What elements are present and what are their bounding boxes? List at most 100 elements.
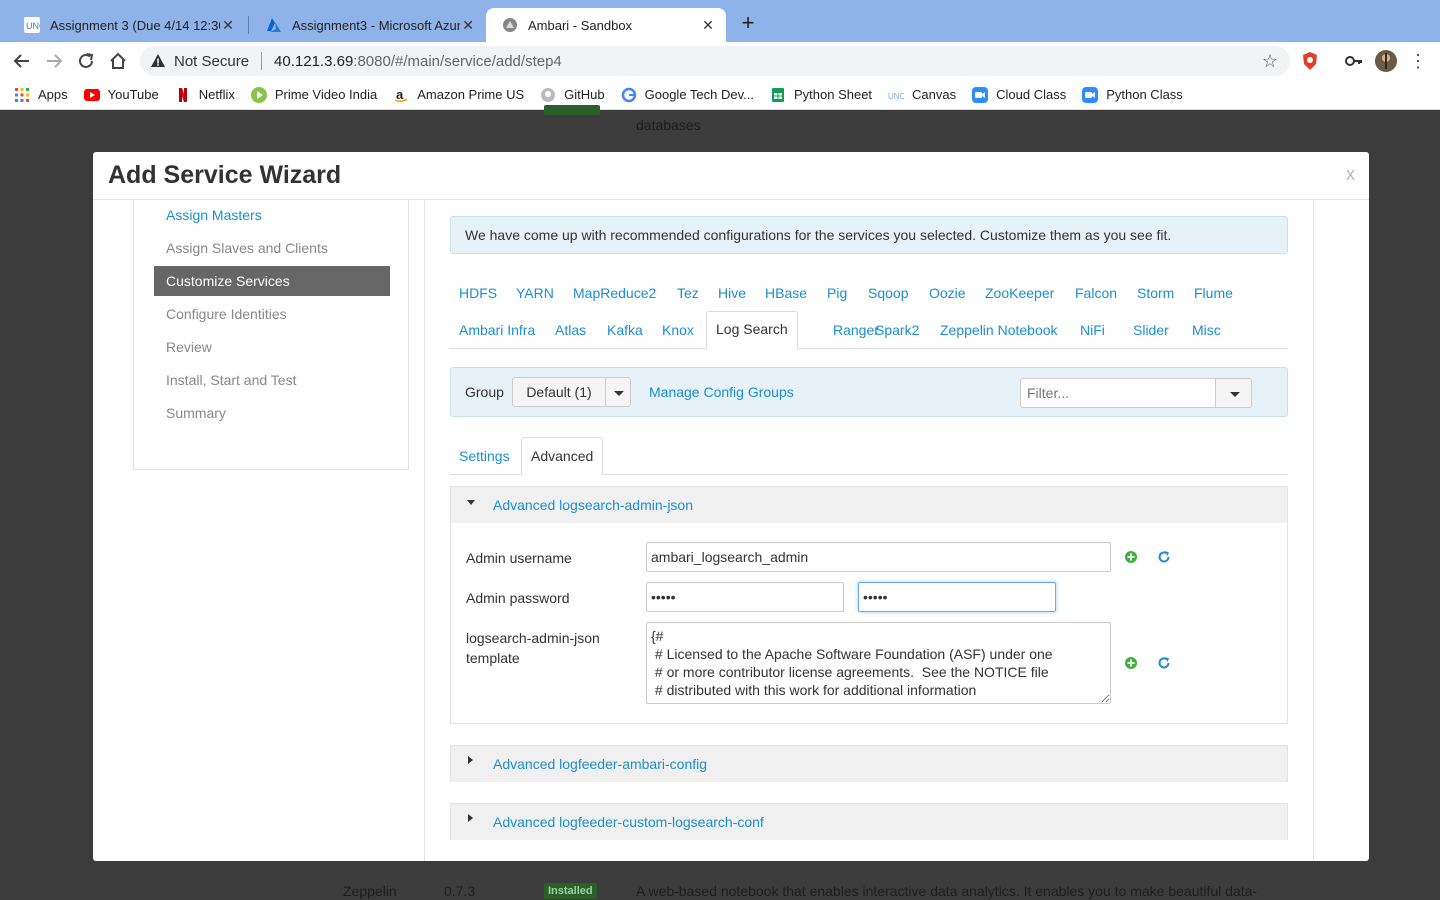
bookmark-python-sheet[interactable]: Python Sheet <box>770 87 872 103</box>
bookmark-label: Amazon Prime US <box>417 87 525 102</box>
tab-nifi[interactable]: NiFi <box>1071 312 1114 349</box>
brave-shield-icon[interactable] <box>1299 50 1321 72</box>
bookmark-prime-video[interactable]: Prime Video India <box>250 86 378 103</box>
chevron-down-icon <box>614 391 624 396</box>
bookmark-label: Prime Video India <box>274 87 378 102</box>
chevron-down-icon <box>1230 392 1240 397</box>
netflix-icon <box>178 87 187 102</box>
close-tab-icon[interactable]: ✕ <box>220 17 236 34</box>
section-title[interactable]: Advanced logfeeder-ambari-config <box>493 756 707 772</box>
address-bar[interactable]: Not Secure 40.121.3.69:8080/#/main/servi… <box>140 46 1290 76</box>
add-override-icon[interactable] <box>1124 550 1138 564</box>
filter-dropdown-toggle[interactable] <box>1215 378 1252 408</box>
security-label: Not Secure <box>174 52 250 70</box>
tab-settings[interactable]: Settings <box>450 437 519 475</box>
tab-flume[interactable]: Flume <box>1185 275 1242 312</box>
bookmark-google-tech-dev[interactable]: Google Tech Dev... <box>621 87 754 103</box>
tab-slider[interactable]: Slider <box>1124 312 1178 349</box>
manage-config-groups-link[interactable]: Manage Config Groups <box>649 384 794 400</box>
admin-username-input[interactable] <box>646 542 1111 572</box>
browser-tab-ambari[interactable]: Ambari - Sandbox ✕ <box>486 8 726 42</box>
template-textarea[interactable]: {# # Licensed to the Apache Software Fou… <box>646 622 1111 704</box>
filter-input[interactable] <box>1020 378 1216 408</box>
add-override-icon[interactable] <box>1124 656 1138 670</box>
bookmark-label: Python Sheet <box>793 87 873 102</box>
step-assign-masters[interactable]: Assign Masters <box>154 200 390 230</box>
config-group-bar: Group Default (1) Manage Config Groups <box>450 367 1288 417</box>
tab-log-search[interactable]: Log Search <box>706 311 798 349</box>
tab-atlas[interactable]: Atlas <box>546 312 595 349</box>
tab-spark2[interactable]: Spark2 <box>866 312 928 349</box>
tab-misc[interactable]: Misc <box>1183 312 1230 349</box>
section-logsearch-admin-json: Advanced logsearch-admin-json Admin user… <box>450 486 1288 724</box>
section-logfeeder-ambari-config[interactable]: Advanced logfeeder-ambari-config <box>450 745 1288 782</box>
tab-tez[interactable]: Tez <box>668 275 708 312</box>
group-dropdown-toggle[interactable] <box>605 377 631 407</box>
tab-ambari-infra[interactable]: Ambari Infra <box>450 312 544 349</box>
close-tab-icon[interactable]: ✕ <box>460 17 476 34</box>
section-header[interactable]: Advanced logfeeder-custom-logsearch-conf <box>451 804 1287 840</box>
tab-yarn[interactable]: YARN <box>507 275 563 312</box>
unc-icon: UNC <box>24 17 40 33</box>
tab-storm[interactable]: Storm <box>1128 275 1183 312</box>
close-icon[interactable]: x <box>1346 164 1355 185</box>
tab-kafka[interactable]: Kafka <box>598 312 652 349</box>
amazon-icon: a <box>394 87 408 102</box>
menu-kebab-icon[interactable]: ⋮ <box>1407 50 1429 72</box>
section-title[interactable]: Advanced logfeeder-custom-logsearch-conf <box>493 814 764 830</box>
bookmark-cloud-class[interactable]: Cloud Class <box>972 86 1066 103</box>
refresh-icon[interactable] <box>1157 550 1171 564</box>
bookmark-github[interactable]: GitHub <box>540 87 605 103</box>
background-service-description: A web-based notebook that enables intera… <box>636 883 1258 899</box>
section-header[interactable]: Advanced logfeeder-ambari-config <box>451 746 1287 782</box>
reload-icon[interactable] <box>75 50 97 72</box>
wizard-steps-panel: Assign Masters Assign Slaves and Clients… <box>133 200 409 470</box>
group-select-button[interactable]: Default (1) <box>512 377 606 407</box>
close-tab-icon[interactable]: ✕ <box>700 17 716 34</box>
forward-arrow-icon[interactable] <box>43 50 65 72</box>
service-tabs: HDFS YARN MapReduce2 Tez Hive HBase Pig … <box>450 275 1288 349</box>
unc-icon: UNC <box>888 92 904 101</box>
home-icon[interactable] <box>107 50 129 72</box>
background-description: databases <box>636 117 701 133</box>
tab-zeppelin-notebook[interactable]: Zeppelin Notebook <box>931 312 1067 349</box>
bookmark-youtube[interactable]: YouTube <box>83 87 159 103</box>
step-customize-services[interactable]: Customize Services <box>154 266 390 296</box>
zoom-icon <box>972 86 989 103</box>
tab-oozie[interactable]: Oozie <box>920 275 975 312</box>
section-title[interactable]: Advanced logsearch-admin-json <box>493 497 693 513</box>
azure-icon <box>267 18 281 32</box>
new-tab-icon[interactable]: + <box>737 12 759 36</box>
tab-mapreduce2[interactable]: MapReduce2 <box>564 275 665 312</box>
section-header[interactable]: Advanced logsearch-admin-json <box>451 487 1287 523</box>
tab-sqoop[interactable]: Sqoop <box>859 275 917 312</box>
step-install-start-test: Install, Start and Test <box>166 372 297 388</box>
tab-hive[interactable]: Hive <box>709 275 755 312</box>
bookmark-python-class[interactable]: Python Class <box>1082 86 1183 103</box>
bookmark-amazon[interactable]: a Amazon Prime US <box>393 87 524 103</box>
sheets-icon <box>771 87 784 102</box>
browser-tab-azure[interactable]: Assignment3 - Microsoft Azure ✕ <box>250 8 486 42</box>
browser-tab-assignment[interactable]: UNC Assignment 3 (Due 4/14 12:30pm) ✕ <box>8 8 246 42</box>
tab-pig[interactable]: Pig <box>818 275 856 312</box>
tab-hdfs[interactable]: HDFS <box>450 275 506 312</box>
bookmark-star-icon[interactable]: ☆ <box>1262 51 1278 72</box>
bookmark-apps[interactable]: Apps <box>14 87 68 103</box>
svg-text:UNC: UNC <box>888 92 904 101</box>
bookmark-canvas[interactable]: UNC Canvas <box>888 87 956 103</box>
bookmark-netflix[interactable]: Netflix <box>175 87 235 103</box>
tab-zookeeper[interactable]: ZooKeeper <box>976 275 1063 312</box>
admin-password-input[interactable] <box>646 582 844 612</box>
template-label-line2: template <box>466 650 520 666</box>
section-logfeeder-custom-logsearch-conf[interactable]: Advanced logfeeder-custom-logsearch-conf <box>450 803 1288 840</box>
avatar[interactable] <box>1375 50 1397 72</box>
github-icon <box>541 87 556 102</box>
tab-hbase[interactable]: HBase <box>756 275 816 312</box>
key-icon[interactable] <box>1343 50 1365 72</box>
back-arrow-icon[interactable] <box>11 50 33 72</box>
admin-password-confirm-input[interactable] <box>858 582 1056 612</box>
tab-falcon[interactable]: Falcon <box>1066 275 1126 312</box>
refresh-icon[interactable] <box>1157 656 1171 670</box>
tab-advanced[interactable]: Advanced <box>521 437 604 475</box>
tab-knox[interactable]: Knox <box>653 312 703 349</box>
